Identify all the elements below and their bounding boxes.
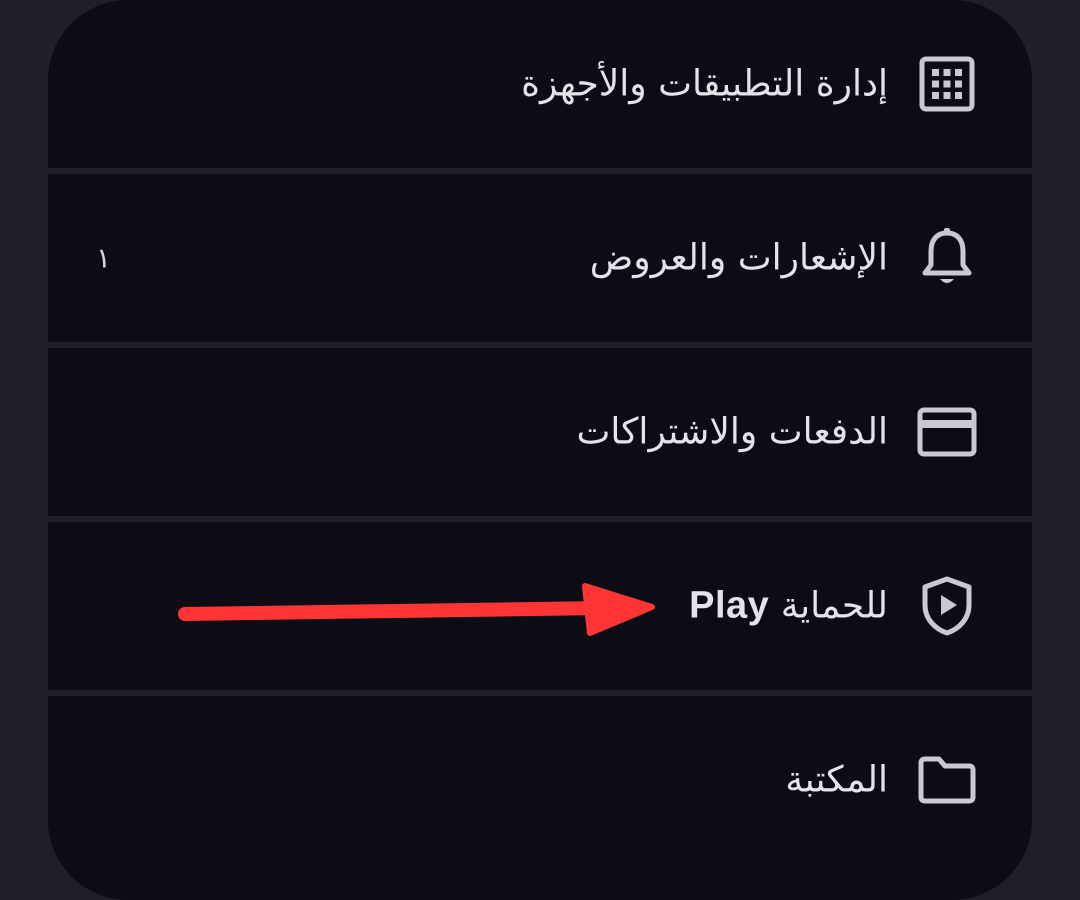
menu-item-label: الإشعارات والعروض bbox=[589, 237, 888, 279]
settings-menu-panel: إدارة التطبيقات والأجهزة الإشعارات والعر… bbox=[48, 0, 1032, 900]
menu-item-label: الدفعات والاشتراكات bbox=[576, 411, 888, 453]
menu-item-label: إدارة التطبيقات والأجهزة bbox=[521, 63, 888, 105]
folder-icon bbox=[916, 749, 978, 811]
menu-item-label-ar: للحماية bbox=[780, 585, 888, 627]
menu-item-library[interactable]: المكتبة bbox=[48, 696, 1032, 864]
menu-item-label: للحماية Play bbox=[689, 585, 888, 628]
menu-item-play-protect[interactable]: للحماية Play bbox=[48, 522, 1032, 690]
grid-icon bbox=[916, 53, 978, 115]
menu-item-manage-apps-devices[interactable]: إدارة التطبيقات والأجهزة bbox=[48, 0, 1032, 168]
shield-play-icon bbox=[916, 575, 978, 637]
bell-icon bbox=[916, 227, 978, 289]
notification-count-badge: ١ bbox=[96, 241, 112, 275]
menu-item-payments-subscriptions[interactable]: الدفعات والاشتراكات bbox=[48, 348, 1032, 516]
menu-item-label-en: Play bbox=[689, 584, 770, 627]
card-icon bbox=[916, 401, 978, 463]
menu-item-notifications-offers[interactable]: الإشعارات والعروض ١ bbox=[48, 174, 1032, 342]
menu-item-label: المكتبة bbox=[785, 759, 888, 801]
